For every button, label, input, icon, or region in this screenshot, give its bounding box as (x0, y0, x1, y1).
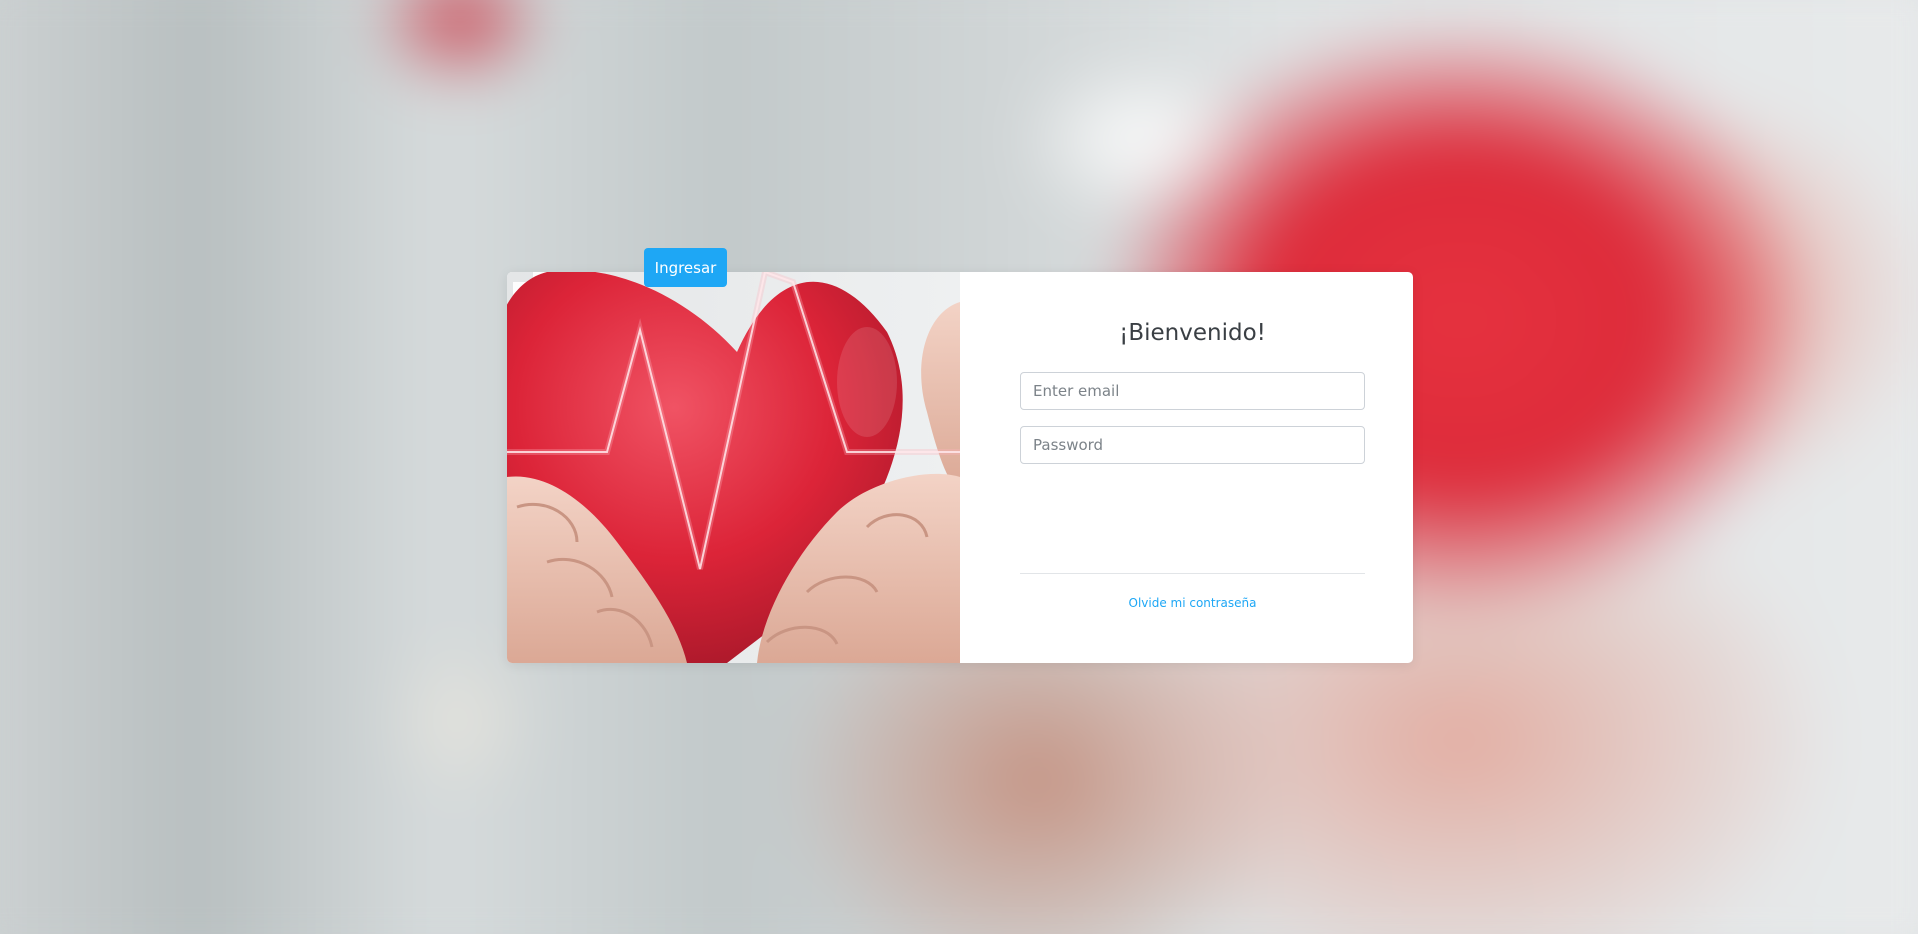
login-form: ¡Bienvenido! Olvide mi contraseña (960, 272, 1413, 663)
heart-in-hands-image (507, 272, 960, 663)
forgot-password-link[interactable]: Olvide mi contraseña (1020, 596, 1365, 610)
login-card: ¡Bienvenido! Olvide mi contraseña (507, 272, 1413, 663)
form-divider (1020, 573, 1365, 574)
email-input[interactable] (1020, 372, 1365, 410)
password-input[interactable] (1020, 426, 1365, 464)
welcome-title: ¡Bienvenido! (1119, 320, 1266, 346)
login-submit-button[interactable]: Ingresar (644, 248, 727, 287)
